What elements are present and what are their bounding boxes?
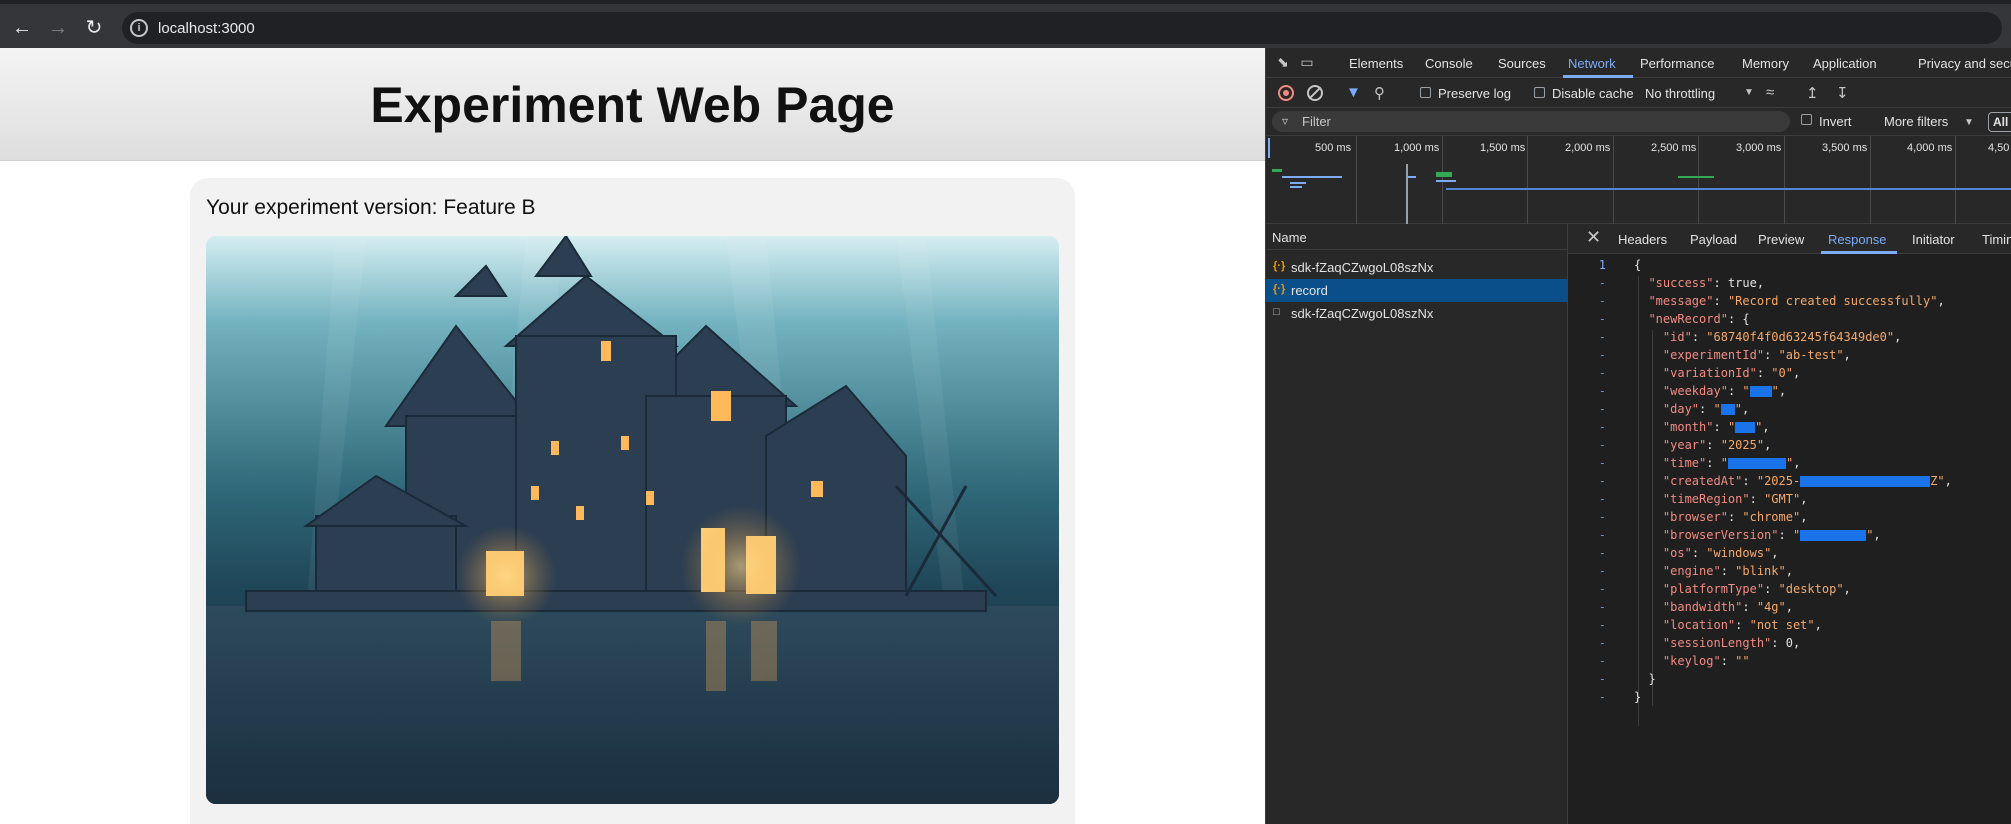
tab-console[interactable]: Console [1425,56,1473,71]
fetch-icon: {·} [1273,283,1286,295]
timeline-bar [1436,172,1452,177]
filter-icon[interactable]: ▼ [1346,84,1361,101]
detail-tab-bar: ✕ Headers Payload Preview Response Initi… [1568,224,2011,254]
list-item[interactable]: {·} record [1266,279,1568,302]
reload-icon[interactable]: ↻ [82,16,106,40]
timeline-bar [1678,176,1714,178]
site-info-icon[interactable]: i [130,19,148,37]
page-header: Experiment Web Page [0,48,1265,161]
forward-arrow-icon[interactable]: → [46,16,70,40]
redacted-value [1749,386,1772,397]
tab-headers[interactable]: Headers [1618,232,1667,247]
name-column-header[interactable]: Name [1266,224,1568,250]
timeline-bar [1408,176,1416,178]
fetch-icon: {·} [1273,260,1286,272]
page-title: Experiment Web Page [370,77,895,133]
document-icon: □ [1273,306,1280,318]
import-har-icon[interactable]: ↥ [1806,84,1819,102]
close-icon[interactable]: ✕ [1586,227,1601,248]
tab-network[interactable]: Network [1568,56,1616,71]
timeline-tick: 3,000 ms [1736,142,1782,154]
chevron-down-icon[interactable]: ▼ [1964,117,1974,128]
response-body[interactable]: 1{ - "success": true, - "message": "Reco… [1568,254,2011,824]
request-detail-pane: ✕ Headers Payload Preview Response Initi… [1568,224,2011,824]
disable-cache-checkbox[interactable] [1534,87,1545,98]
tab-initiator[interactable]: Initiator [1912,232,1955,247]
invert-label: Invert [1819,114,1852,129]
network-toolbar: ▼ ⚲ Preserve log Disable cache No thrott… [1266,78,2011,108]
tab-response[interactable]: Response [1828,232,1887,247]
redacted-value [1727,458,1786,469]
tab-application[interactable]: Application [1813,56,1877,71]
filter-placeholder: Filter [1302,114,1331,129]
filter-input[interactable]: ▿ Filter [1272,111,1790,132]
experiment-card: Your experiment version: Feature B [190,178,1075,824]
timeline-bar [1272,169,1282,172]
tab-timing[interactable]: Timin [1982,232,2011,247]
funnel-icon: ▿ [1282,114,1289,128]
tab-elements[interactable]: Elements [1349,56,1403,71]
chevron-down-icon[interactable]: ▼ [1744,87,1754,98]
all-filter-button[interactable]: All [1988,112,2011,132]
devtools-tab-bar: ⬊ ▭ Elements Console Sources Network Per… [1266,48,2011,78]
timeline-bar [1446,188,2011,190]
record-stop-icon[interactable] [1278,85,1294,101]
timeline-tick: 500 ms [1315,142,1352,154]
timeline-tick: 2,500 ms [1651,142,1697,154]
preserve-log-checkbox[interactable] [1420,87,1431,98]
more-filters-dropdown[interactable]: More filters [1884,114,1948,129]
timeline-bar [1268,138,1270,158]
redacted-value [1800,476,1931,487]
browser-toolbar: ← → ↻ i localhost:3000 [0,0,2011,48]
network-overview-timeline: 500 ms 1,000 ms 1,500 ms 2,000 ms 2,500 … [1266,136,2011,224]
invert-checkbox[interactable] [1801,114,1812,125]
device-toolbar-icon[interactable]: ▭ [1298,54,1316,72]
timeline-tick: 4,000 ms [1907,142,1953,154]
timeline-tick: 1,500 ms [1480,142,1526,154]
devtools-panel: ⬊ ▭ Elements Console Sources Network Per… [1265,48,2011,824]
timeline-tick: 1,000 ms [1394,142,1440,154]
list-item[interactable]: {·} sdk-fZaqCZwgoL08szNx [1266,256,1568,279]
timeline-bar [1436,180,1456,182]
redacted-value [1735,422,1756,433]
url-text: localhost:3000 [158,20,255,37]
experiment-version-text: Your experiment version: Feature B [206,196,536,219]
request-list: Name {·} sdk-fZaqCZwgoL08szNx {·} record… [1266,224,1568,824]
timeline-bar [1282,176,1342,178]
inspect-element-icon[interactable]: ⬊ [1274,54,1292,72]
tab-memory[interactable]: Memory [1742,56,1789,71]
page-viewport: Experiment Web Page Your experiment vers… [0,48,1265,824]
tab-privacy-security[interactable]: Privacy and securi [1918,56,2011,71]
tab-preview[interactable]: Preview [1758,232,1804,247]
list-item[interactable]: □ sdk-fZaqCZwgoL08szNx [1266,302,1568,325]
timeline-bar [1290,182,1306,184]
export-har-icon[interactable]: ↧ [1836,84,1849,102]
tab-performance[interactable]: Performance [1640,56,1714,71]
timeline-bar [1406,164,1408,224]
timeline-tick: 2,000 ms [1565,142,1611,154]
timeline-bar [1290,186,1302,188]
network-conditions-icon[interactable]: ≈ [1766,84,1774,101]
tab-payload[interactable]: Payload [1690,232,1737,247]
filter-bar: ▿ Filter Invert More filters ▼ All [1266,108,2011,136]
disable-cache-label: Disable cache [1552,86,1634,101]
timeline-tick: 4,50 [1988,142,2010,154]
throttling-select[interactable]: No throttling [1645,86,1715,101]
search-icon[interactable]: ⚲ [1374,84,1385,102]
redacted-value [1800,530,1867,541]
preserve-log-label: Preserve log [1438,86,1511,101]
timeline-tick: 3,500 ms [1822,142,1868,154]
clear-icon[interactable] [1307,85,1323,101]
address-bar[interactable]: i localhost:3000 [122,12,2002,44]
underwater-house-image [206,236,1059,804]
redacted-value [1720,404,1735,415]
tab-sources[interactable]: Sources [1498,56,1546,71]
back-arrow-icon[interactable]: ← [10,16,34,40]
